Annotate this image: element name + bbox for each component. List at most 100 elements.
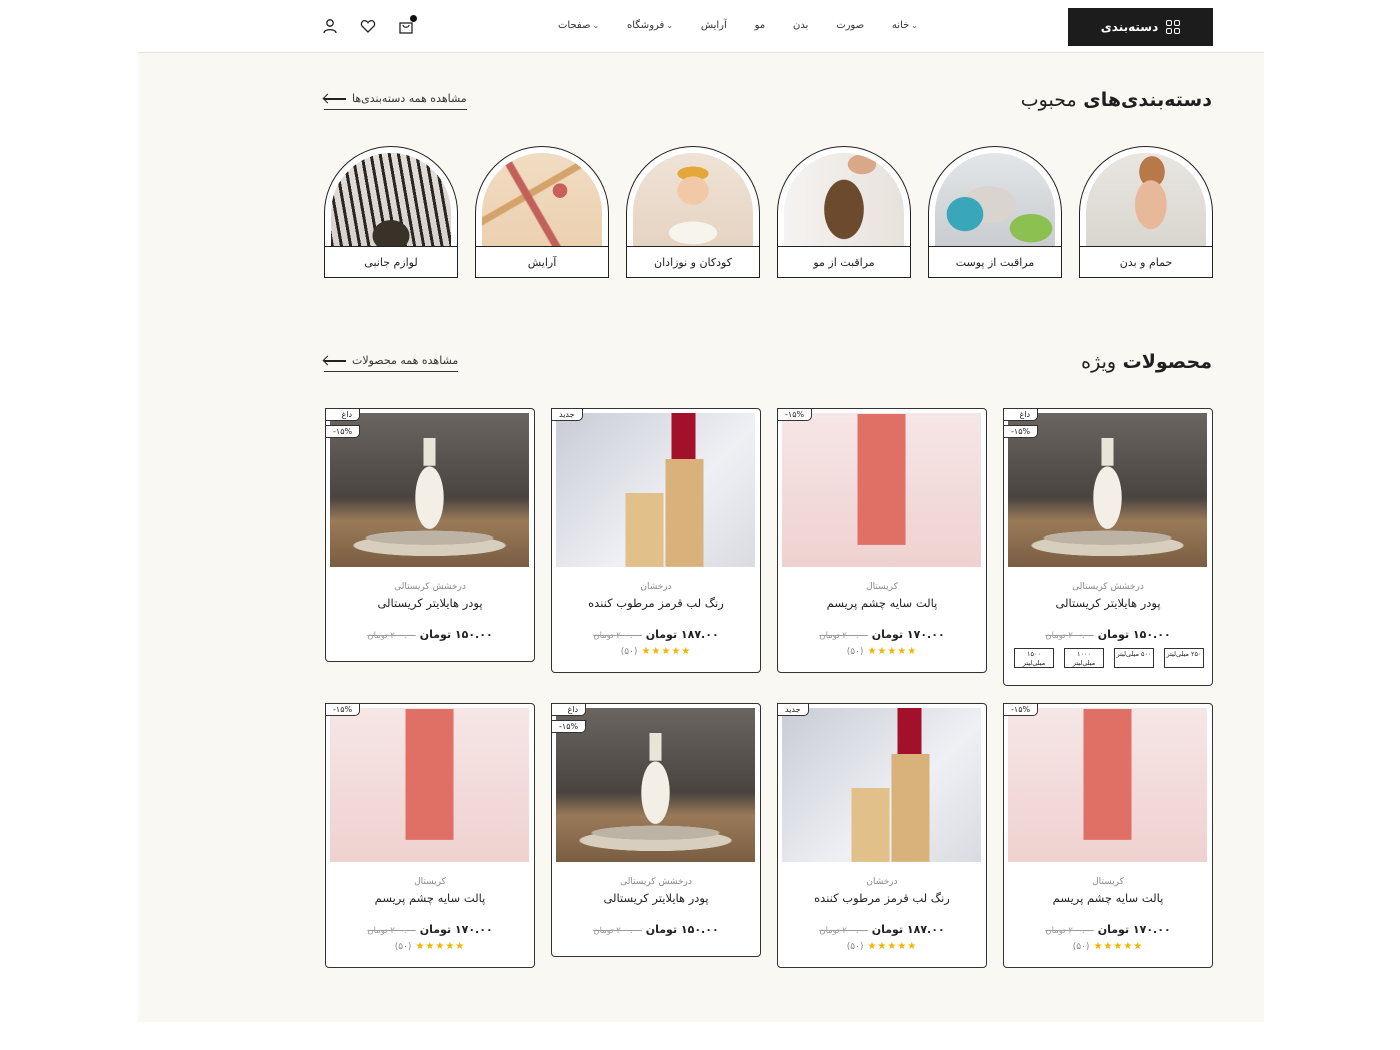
badge-new: جدید xyxy=(777,703,809,716)
star-rating-icon: ★★★★★ xyxy=(415,941,466,952)
rating-count: (۵۰) xyxy=(394,941,412,952)
category-card-kids-baby[interactable]: کودکان و نوزادان xyxy=(626,146,760,278)
product-rating: ★★★★★ (۵۰) xyxy=(1004,941,1212,952)
product-name[interactable]: رنگ لب قرمز مرطوب کننده xyxy=(552,596,760,610)
badge-hot: داغ xyxy=(325,408,361,421)
categories-title-bold: دسته‌بندی‌های xyxy=(1083,89,1212,111)
see-all-label: مشاهده همه محصولات xyxy=(352,354,459,367)
size-option[interactable]: ۵۰۰ میلی‌لیتر xyxy=(1114,648,1154,668)
product-card[interactable]: داغ ۱۵%- درخشش کریستالی پودر هایلایتر کری… xyxy=(325,408,535,662)
badge-new: جدید xyxy=(551,408,583,421)
product-card[interactable]: جدید درخشان رنگ لب قرمز مرطوب کننده ۱۸۷.… xyxy=(551,408,761,673)
main-nav: خانه ⌄ صورت بدن مو آرایش فروشگاه ⌄ صفحات ⌄ xyxy=(558,20,918,31)
product-price: ۱۷۰.۰۰ تومان xyxy=(419,923,493,936)
product-old-price: ۲۰۰.۰۰ تومان xyxy=(1045,631,1094,641)
product-card[interactable]: ۱۵%- کریستال پالت سایه چشم پریسم ۱۷۰.۰۰ … xyxy=(325,703,535,968)
category-list: حمام و بدن مراقبت از پوست مراقبت از مو ک… xyxy=(324,146,1213,278)
user-icon[interactable] xyxy=(322,18,338,34)
nav-label: فروشگاه xyxy=(627,20,665,31)
product-price: ۱۵۰.۰۰ تومان xyxy=(645,923,719,936)
product-rating: ★★★★★ (۵۰) xyxy=(552,646,760,657)
size-option[interactable]: ۲۵۰ میلی‌لیتر xyxy=(1164,648,1204,668)
product-image xyxy=(1008,708,1207,862)
product-rating: ★★★★★ (۵۰) xyxy=(326,941,534,952)
badge-discount: ۱۵%- xyxy=(325,703,361,716)
chevron-down-icon: ⌄ xyxy=(666,21,674,30)
product-image xyxy=(556,413,755,567)
products-title-light: ویژه xyxy=(1081,351,1117,373)
category-card-bath-body[interactable]: حمام و بدن xyxy=(1079,146,1213,278)
product-brand: کریستال xyxy=(1092,877,1124,887)
product-old-price: ۲۰۰.۰۰ تومان xyxy=(593,631,642,641)
nav-item-makeup[interactable]: آرایش xyxy=(701,20,727,31)
star-rating-icon: ★★★★★ xyxy=(867,646,918,657)
see-all-categories-link[interactable]: مشاهده همه دسته‌بندی‌ها xyxy=(324,92,467,110)
product-card[interactable]: داغ ۱۵%- درخشش کریستالی پودر هایلایتر کری… xyxy=(551,703,761,957)
product-card[interactable]: داغ ۱۵%- درخشش کریستالی پودر هایلایتر کری… xyxy=(1003,408,1213,686)
category-label: مراقبت از پوست xyxy=(928,246,1062,278)
nav-label: خانه xyxy=(891,20,910,31)
category-image xyxy=(935,153,1055,246)
size-options: ۲۵۰ میلی‌لیتر ۵۰۰ میلی‌لیتر ۱۰۰۰ میلی‌لی… xyxy=(1014,648,1204,668)
category-image xyxy=(633,153,753,246)
nav-item-pages[interactable]: صفحات ⌄ xyxy=(558,20,599,31)
header-icons xyxy=(322,15,417,34)
product-old-price: ۲۰۰.۰۰ تومان xyxy=(367,926,416,936)
grid-icon xyxy=(1166,20,1181,34)
product-brand: درخشش کریستالی xyxy=(1072,582,1144,592)
heart-icon[interactable] xyxy=(360,18,376,34)
category-image xyxy=(331,153,451,246)
size-option[interactable]: ۱۰۰۰ میلی‌لیتر xyxy=(1064,648,1104,668)
product-price: ۱۸۷.۰۰ تومان xyxy=(645,628,719,641)
badge-discount: ۱۵%- xyxy=(551,720,587,733)
category-image xyxy=(482,153,602,246)
product-card[interactable]: ۱۵%- کریستال پالت سایه چشم پریسم ۱۷۰.۰۰ … xyxy=(777,408,987,673)
product-name[interactable]: پالت سایه چشم پریسم xyxy=(326,891,534,905)
rating-count: (۵۰) xyxy=(1072,941,1090,952)
category-image xyxy=(1086,153,1206,246)
category-label: لوازم جانبی xyxy=(324,246,458,278)
badge-discount: ۱۵%- xyxy=(1003,703,1039,716)
see-all-label: مشاهده همه دسته‌بندی‌ها xyxy=(352,92,467,105)
category-card-hair-care[interactable]: مراقبت از مو xyxy=(777,146,911,278)
product-name[interactable]: پالت سایه چشم پریسم xyxy=(1004,891,1212,905)
badge-discount: ۱۵%- xyxy=(325,425,361,438)
product-name[interactable]: پودر هایلایتر کریستالی xyxy=(1004,596,1212,610)
star-rating-icon: ★★★★★ xyxy=(641,646,692,657)
category-card-makeup[interactable]: آرایش xyxy=(475,146,609,278)
category-button-label: دسته‌بندی xyxy=(1100,20,1159,34)
product-price: ۱۷۰.۰۰ تومان xyxy=(1097,923,1171,936)
product-price: ۱۵۰.۰۰ تومان xyxy=(1097,628,1171,641)
cart-icon[interactable] xyxy=(398,15,417,34)
nav-item-home[interactable]: خانه ⌄ xyxy=(892,20,918,31)
nav-item-hair[interactable]: مو xyxy=(755,20,766,31)
nav-item-face[interactable]: صورت xyxy=(836,20,864,31)
product-brand: کریستال xyxy=(866,582,898,592)
size-option[interactable]: ۱۵۰۰ میلی‌لیتر xyxy=(1014,648,1054,668)
cart-count-badge xyxy=(410,15,417,22)
product-card[interactable]: ۱۵%- کریستال پالت سایه چشم پریسم ۱۷۰.۰۰ … xyxy=(1003,703,1213,968)
category-card-skin-care[interactable]: مراقبت از پوست xyxy=(928,146,1062,278)
category-label: آرایش xyxy=(475,246,609,278)
nav-item-shop[interactable]: فروشگاه ⌄ xyxy=(627,20,673,31)
rating-count: (۵۰) xyxy=(846,646,864,657)
nav-item-body[interactable]: بدن xyxy=(793,20,808,31)
product-card[interactable]: جدید درخشان رنگ لب قرمز مرطوب کننده ۱۸۷.… xyxy=(777,703,987,968)
category-card-accessories[interactable]: لوازم جانبی xyxy=(324,146,458,278)
product-name[interactable]: پودر هایلایتر کریستالی xyxy=(326,596,534,610)
product-price: ۱۷۰.۰۰ تومان xyxy=(871,628,945,641)
badge-discount: ۱۵%- xyxy=(777,408,813,421)
badge-hot: داغ xyxy=(551,703,587,716)
category-label: کودکان و نوزادان xyxy=(626,246,760,278)
see-all-products-link[interactable]: مشاهده همه محصولات xyxy=(324,354,459,372)
category-label: حمام و بدن xyxy=(1079,246,1213,278)
product-name[interactable]: پودر هایلایتر کریستالی xyxy=(552,891,760,905)
product-name[interactable]: رنگ لب قرمز مرطوب کننده xyxy=(778,891,986,905)
product-brand: درخشان xyxy=(866,877,898,887)
product-name[interactable]: پالت سایه چشم پریسم xyxy=(778,596,986,610)
category-menu-button[interactable]: دسته‌بندی xyxy=(1068,8,1213,46)
product-old-price: ۲۰۰.۰۰ تومان xyxy=(819,631,868,641)
product-rating: ★★★★★ (۵۰) xyxy=(778,941,986,952)
product-image xyxy=(782,708,981,862)
star-rating-icon: ★★★★★ xyxy=(867,941,918,952)
